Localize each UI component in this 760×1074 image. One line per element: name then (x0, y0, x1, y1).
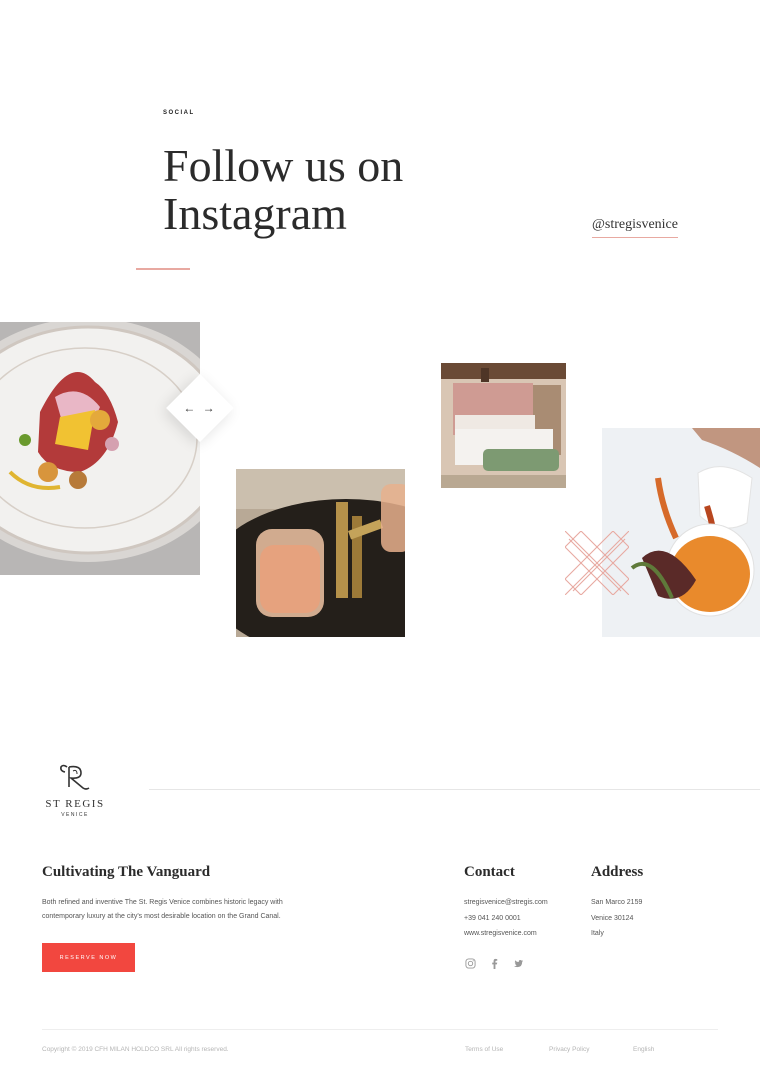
plated-dish-photo (0, 322, 200, 575)
lattice-pattern-icon (565, 531, 629, 595)
contact-list: stregisvenice@stregis.com +39 041 240 00… (464, 895, 548, 942)
gallery-image-bedroom[interactable] (441, 363, 566, 488)
monogram-logo-icon (60, 764, 90, 790)
address-line-3: Italy (591, 930, 604, 937)
address-line-1: San Marco 2159 (591, 899, 643, 906)
instagram-handle-link[interactable]: @stregisvenice (592, 217, 678, 238)
hotel-bedroom-photo (441, 363, 566, 488)
carousel-arrows-icon[interactable]: ← → (176, 384, 224, 432)
cocktail-glasses-photo (236, 469, 405, 637)
contact-website-link[interactable]: www.stregisvenice.com (464, 926, 548, 942)
copyright-text: Copyright © 2019 CFH MILAN HOLDCO SRL Al… (42, 1046, 229, 1053)
language-selector[interactable]: English (633, 1046, 654, 1053)
brand-name: ST REGIS (45, 798, 105, 810)
section-eyebrow: SOCIAL (163, 110, 195, 116)
accent-divider (136, 268, 190, 270)
page-title: Follow us on Instagram (163, 140, 404, 239)
about-text: Both refined and inventive The St. Regis… (42, 899, 283, 920)
social-links (464, 957, 524, 969)
address-line-2: Venice 30124 (591, 914, 634, 922)
instagram-icon[interactable] (464, 957, 476, 969)
gallery-image-dish[interactable] (0, 322, 200, 575)
contact-phone-link[interactable]: +39 041 240 0001 (464, 911, 548, 927)
facebook-icon[interactable] (488, 957, 500, 969)
footer-divider (149, 789, 760, 790)
address-title: Address (591, 864, 644, 880)
address-list: San Marco 2159 Venice 30124 Italy (591, 895, 642, 942)
contact-email-link[interactable]: stregisvenice@stregis.com (464, 895, 548, 911)
brand-logo[interactable]: ST REGIS VENICE (40, 763, 110, 818)
about-title: Cultivating The Vanguard (42, 864, 211, 880)
brand-city: VENICE (61, 812, 89, 818)
gallery-image-cocktails[interactable] (236, 469, 405, 637)
terms-of-use-link[interactable]: Terms of Use (465, 1046, 503, 1053)
privacy-policy-link[interactable]: Privacy Policy (549, 1046, 589, 1053)
bottom-divider (42, 1029, 718, 1030)
contact-title: Contact (464, 864, 515, 880)
reserve-now-button[interactable]: RESERVE NOW (42, 943, 135, 972)
twitter-icon[interactable] (512, 957, 524, 969)
